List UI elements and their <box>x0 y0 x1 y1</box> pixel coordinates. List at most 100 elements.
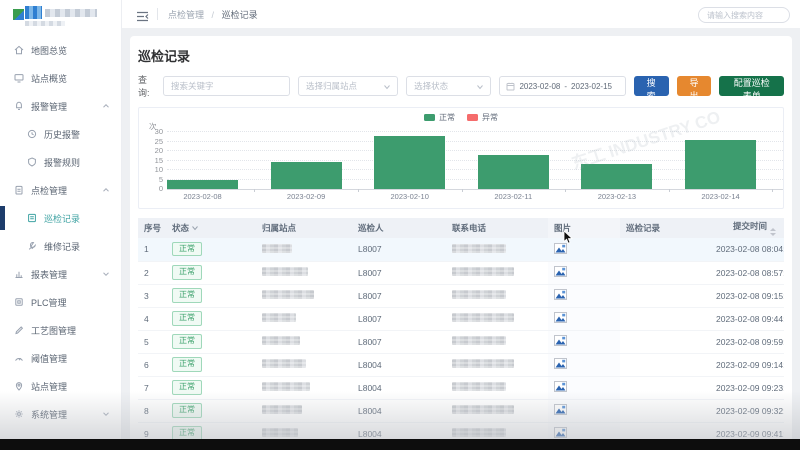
date-range-picker[interactable]: 2023-02-08 - 2023-02-15 <box>499 76 625 96</box>
cell-inspector: L8007 <box>352 307 446 330</box>
sidebar-item-alarm-management[interactable]: 报警管理 <box>0 92 121 120</box>
sidebar-item-system-management[interactable]: 系统管理 <box>0 400 121 428</box>
image-thumbnail-icon[interactable] <box>554 289 567 300</box>
cell-phone <box>446 399 548 422</box>
cell-time: 2023-02-08 09:44:56 <box>710 307 784 330</box>
sidebar-item-process-diagram-management[interactable]: 工艺图管理 <box>0 316 121 344</box>
redacted-site <box>262 244 292 253</box>
config-inspection-form-button[interactable]: 配置巡检表单 <box>719 76 784 96</box>
breadcrumb-separator: / <box>212 10 215 20</box>
cell-time: 2023-02-08 09:59:21 <box>710 330 784 353</box>
redacted-site <box>262 313 296 322</box>
search-button[interactable]: 搜索 <box>634 76 669 96</box>
global-search-input[interactable] <box>698 7 790 23</box>
logo-text-redacted <box>45 9 97 17</box>
legend-item-abnormal[interactable]: 异常 <box>467 112 498 123</box>
sidebar-item-plc-management[interactable]: PLC管理 <box>0 288 121 316</box>
cell-picture <box>548 399 620 422</box>
inspection-bar-chart: 正常 异常 次 东工 INDUSTRY CO 0510152025302023-… <box>138 107 784 209</box>
image-thumbnail-icon[interactable] <box>554 312 567 323</box>
image-thumbnail-icon[interactable] <box>554 243 567 254</box>
legend-item-normal[interactable]: 正常 <box>424 112 455 123</box>
redacted-site <box>262 405 302 414</box>
cell-site <box>256 376 352 399</box>
cell-site <box>256 238 352 261</box>
top-header: 点检管理 / 巡检记录 <box>122 0 800 28</box>
wrench-icon <box>26 240 38 252</box>
cell-no: 5 <box>138 330 166 353</box>
cell-phone <box>446 284 548 307</box>
status-badge: 正常 <box>172 311 202 325</box>
bar-normal <box>478 155 549 189</box>
sidebar-item-site-overview[interactable]: 站点概览 <box>0 64 121 92</box>
keyword-input[interactable] <box>163 76 290 96</box>
sidebar-item-alarm-rules[interactable]: 报警规则 <box>0 148 121 176</box>
bar-normal <box>685 140 756 189</box>
sidebar-collapse-icon[interactable] <box>136 9 149 20</box>
site-select[interactable]: 选择归属站点 <box>298 76 398 96</box>
table-row[interactable]: 2正常L80072023-02-08 08:57:57 <box>138 261 784 284</box>
redacted-site <box>262 267 308 276</box>
gauge-icon <box>13 352 25 364</box>
sidebar-item-threshold-management[interactable]: 阈值管理 <box>0 344 121 372</box>
cell-record <box>620 399 710 422</box>
history-icon <box>26 128 38 140</box>
cell-site <box>256 353 352 376</box>
cell-picture <box>548 353 620 376</box>
cell-picture <box>548 330 620 353</box>
image-thumbnail-icon[interactable] <box>554 358 567 369</box>
col-header-picture: 图片 <box>548 218 620 238</box>
cell-time: 2023-02-09 09:32:26 <box>710 399 784 422</box>
redacted-site <box>262 428 298 437</box>
table-row[interactable]: 7正常L80042023-02-09 09:23:07 <box>138 376 784 399</box>
status-select[interactable]: 选择状态 <box>406 76 491 96</box>
app-root: 地图总览 站点概览 报警管理 历史报警 报警规则 点检管理 <box>0 0 800 450</box>
table-row[interactable]: 6正常L80042023-02-09 09:14:00 <box>138 353 784 376</box>
list-icon <box>26 212 38 224</box>
sort-carets-icon[interactable] <box>770 228 776 236</box>
cell-site <box>256 261 352 284</box>
sidebar-item-inspection-management[interactable]: 点检管理 <box>0 176 121 204</box>
image-thumbnail-icon[interactable] <box>554 266 567 277</box>
image-thumbnail-icon[interactable] <box>554 335 567 346</box>
x-tick-label: 2023-02-11 <box>494 192 532 201</box>
logo-mark <box>13 9 24 20</box>
cell-status: 正常 <box>166 238 256 261</box>
status-filter-icon[interactable] <box>191 224 199 232</box>
gridline <box>167 131 783 132</box>
legend-swatch-normal <box>424 114 435 121</box>
global-search <box>698 5 790 24</box>
col-header-time[interactable]: 提交时间 <box>710 218 784 238</box>
cell-phone <box>446 261 548 284</box>
sidebar-item-patrol-records[interactable]: 巡检记录 <box>0 204 121 232</box>
date-end: 2023-02-15 <box>571 82 612 91</box>
sidebar-item-repair-records[interactable]: 维修记录 <box>0 232 121 260</box>
y-tick-label: 25 <box>143 137 163 146</box>
bar-normal <box>271 162 342 189</box>
cell-time: 2023-02-09 09:14:00 <box>710 353 784 376</box>
table-row[interactable]: 8正常L80042023-02-09 09:32:26 <box>138 399 784 422</box>
image-thumbnail-icon[interactable] <box>554 427 567 438</box>
status-badge: 正常 <box>172 403 202 417</box>
cell-status: 正常 <box>166 330 256 353</box>
cell-status: 正常 <box>166 376 256 399</box>
col-header-status[interactable]: 状态 <box>166 218 256 238</box>
sidebar-item-site-management[interactable]: 站点管理 <box>0 372 121 400</box>
export-button[interactable]: 导出 <box>677 76 712 96</box>
table-row[interactable]: 5正常L80072023-02-08 09:59:21 <box>138 330 784 353</box>
chevron-up-icon <box>101 185 111 195</box>
sidebar-item-history-alarms[interactable]: 历史报警 <box>0 120 121 148</box>
image-thumbnail-icon[interactable] <box>554 381 567 392</box>
cell-phone <box>446 238 548 261</box>
redacted-phone <box>452 336 506 345</box>
image-thumbnail-icon[interactable] <box>554 404 567 415</box>
x-axis-tick <box>462 189 463 192</box>
chart-legend: 正常 异常 <box>424 112 498 123</box>
sidebar-item-map-overview[interactable]: 地图总览 <box>0 36 121 64</box>
table-row[interactable]: 4正常L80072023-02-08 09:44:56 <box>138 307 784 330</box>
chevron-down-icon <box>383 83 391 91</box>
breadcrumb-parent[interactable]: 点检管理 <box>168 10 204 20</box>
table-row[interactable]: 1正常L80072023-02-08 08:04:24 <box>138 238 784 261</box>
table-row[interactable]: 3正常L80072023-02-08 09:15:18 <box>138 284 784 307</box>
sidebar-item-report-management[interactable]: 报表管理 <box>0 260 121 288</box>
